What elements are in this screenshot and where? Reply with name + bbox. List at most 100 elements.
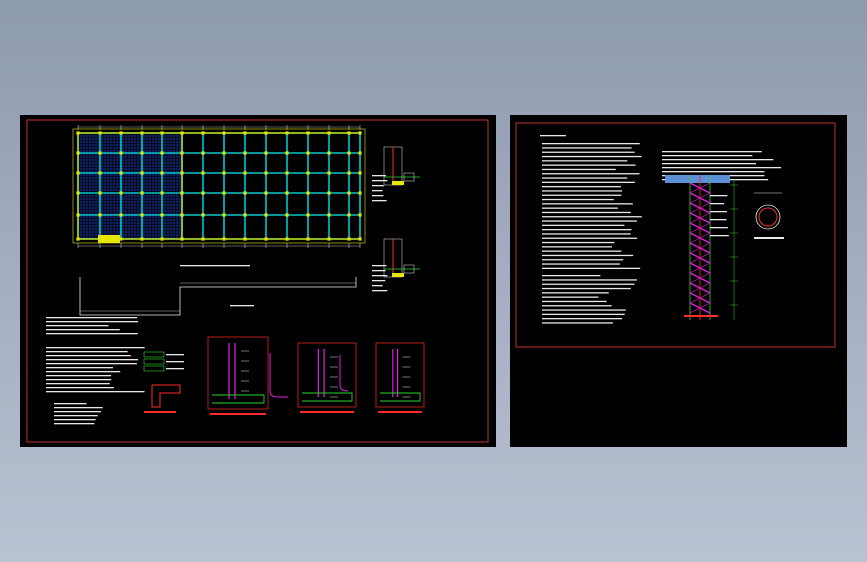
section-detail-2-footing xyxy=(302,392,353,402)
general-notes-glyphs xyxy=(54,411,101,413)
grid-node xyxy=(201,213,205,217)
design-notes-glyphs xyxy=(542,224,625,226)
design-notes-glyphs xyxy=(542,283,635,285)
section-detail-1-footing xyxy=(212,394,265,404)
grid-node xyxy=(98,171,102,175)
general-notes-glyphs xyxy=(46,367,113,369)
design-notes-glyphs xyxy=(542,267,641,269)
grid-node xyxy=(358,191,362,195)
grid-node xyxy=(201,151,205,155)
pile-rebar-ring xyxy=(758,207,778,227)
general-notes-glyphs xyxy=(46,371,121,373)
grid-node xyxy=(160,213,164,217)
grid-node xyxy=(140,171,144,175)
design-notes-glyphs xyxy=(542,287,631,290)
grid-node xyxy=(285,191,289,195)
design-notes-glyphs xyxy=(542,168,616,171)
grid-node xyxy=(358,213,362,217)
design-notes-glyphs xyxy=(542,147,632,149)
general-notes-glyphs xyxy=(46,347,145,349)
grid-node xyxy=(119,213,123,217)
grid-node xyxy=(160,151,164,155)
pile-cap xyxy=(665,175,730,183)
plan-stair-block xyxy=(98,235,120,243)
detail-text-glyphs xyxy=(372,275,388,277)
design-notes-glyphs xyxy=(542,259,624,261)
design-notes-glyphs xyxy=(542,309,626,311)
grid-node xyxy=(140,191,144,195)
general-notes-glyphs xyxy=(54,415,98,417)
section-detail-3 xyxy=(375,342,425,408)
section-detail-1 xyxy=(207,336,269,410)
grid-node xyxy=(119,171,123,175)
general-notes-glyphs xyxy=(54,407,103,409)
pile-label-glyphs xyxy=(710,211,727,213)
pile-cross-section xyxy=(755,204,781,230)
design-notes-glyphs xyxy=(542,237,638,239)
pile-notes-glyphs xyxy=(662,163,757,165)
grid-node xyxy=(347,151,351,155)
legend-text xyxy=(166,354,184,356)
general-notes-glyphs xyxy=(46,355,131,357)
section-detail-3-caption xyxy=(378,411,422,413)
detail-wall-top-label-bar xyxy=(392,181,404,185)
grid-node xyxy=(222,171,226,175)
general-notes-glyphs xyxy=(46,359,139,361)
grid-node xyxy=(201,171,205,175)
design-notes-glyphs xyxy=(542,300,607,303)
drawing-sheet-right xyxy=(510,115,847,447)
design-notes-glyphs xyxy=(542,181,635,183)
grid-node xyxy=(243,191,247,195)
grid-node xyxy=(306,171,310,175)
detail-text-glyphs xyxy=(372,180,388,182)
legend-text xyxy=(166,368,184,370)
design-notes-glyphs xyxy=(542,151,635,153)
design-notes-glyphs xyxy=(542,177,628,179)
design-notes-glyphs xyxy=(542,322,613,324)
pile-label-glyphs xyxy=(710,235,729,237)
notes-title-glyphs xyxy=(540,135,566,137)
design-notes-glyphs xyxy=(542,173,640,175)
design-notes-glyphs xyxy=(542,229,632,231)
pile-notes-glyphs xyxy=(662,159,774,161)
grid-node xyxy=(285,151,289,155)
design-notes-glyphs xyxy=(542,275,601,277)
section-detail-3-footing xyxy=(380,392,421,402)
grid-node xyxy=(160,171,164,175)
grid-node xyxy=(119,191,123,195)
design-notes-glyphs xyxy=(542,220,637,222)
general-notes-glyphs xyxy=(46,325,109,327)
grid-node xyxy=(347,191,351,195)
grid-node xyxy=(264,213,268,217)
pile-label-glyphs xyxy=(710,219,727,221)
design-notes-glyphs xyxy=(542,207,618,209)
grid-node xyxy=(264,171,268,175)
design-notes-glyphs xyxy=(542,254,634,257)
drawing-sheet-left xyxy=(20,115,496,447)
rebar-hook xyxy=(269,353,288,398)
design-notes-glyphs xyxy=(542,216,642,218)
design-notes-glyphs xyxy=(542,246,613,248)
grid-node xyxy=(306,151,310,155)
plan-label-glyphs xyxy=(230,305,254,307)
grid-node xyxy=(327,213,331,217)
general-notes-glyphs xyxy=(46,391,145,393)
circle-caption xyxy=(754,237,784,239)
grid-node xyxy=(306,191,310,195)
detail-text-glyphs xyxy=(372,185,384,187)
general-notes-glyphs xyxy=(54,419,96,421)
grid-node xyxy=(243,171,247,175)
detail-text-glyphs xyxy=(372,195,384,197)
general-notes-glyphs xyxy=(46,321,139,323)
pile-detail-drawing xyxy=(515,122,836,348)
general-notes-glyphs xyxy=(46,383,110,385)
design-notes-glyphs xyxy=(542,263,620,265)
legend-swatch xyxy=(143,365,165,372)
pile-notes-glyphs xyxy=(662,171,765,173)
grid-node xyxy=(98,191,102,195)
grid-node xyxy=(358,171,362,175)
design-notes-glyphs xyxy=(542,155,642,158)
detail-text-glyphs xyxy=(372,285,383,287)
grid-node xyxy=(201,191,205,195)
grid-node xyxy=(327,191,331,195)
